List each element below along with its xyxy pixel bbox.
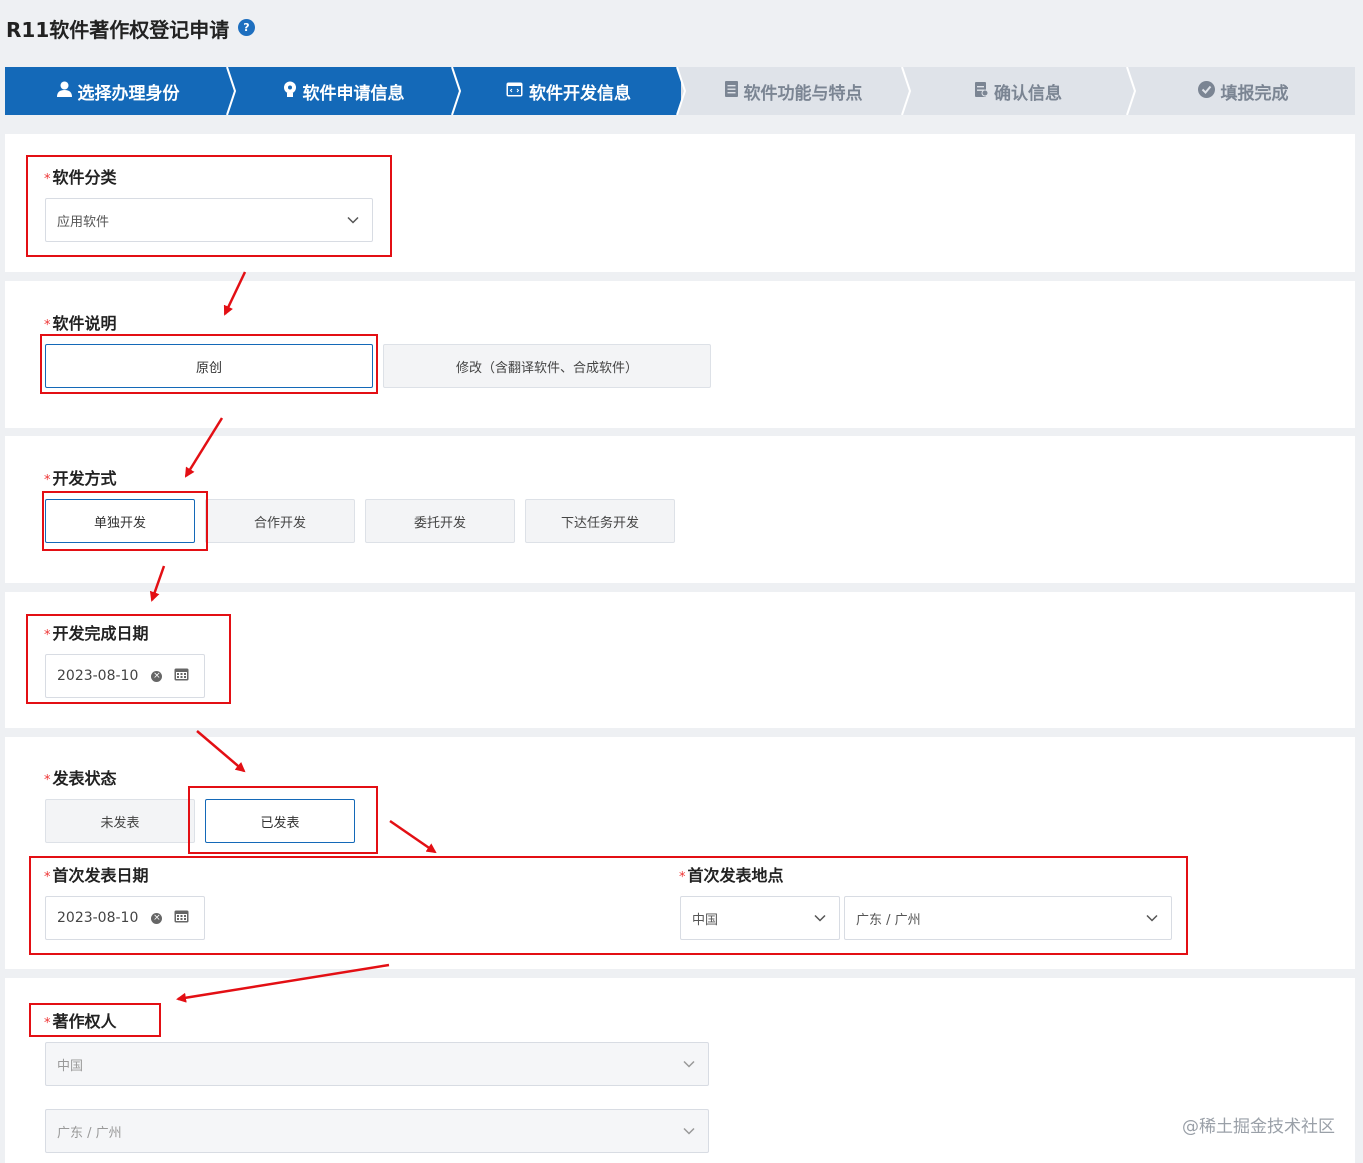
option-assigned-task-development[interactable]: 下达任务开发 xyxy=(525,499,675,543)
chevron-down-icon xyxy=(683,1127,695,1135)
step-separators xyxy=(226,67,1137,115)
page-title: R11软件著作权登记申请 xyxy=(6,18,230,42)
annotation-box-copyright-owner xyxy=(29,1003,161,1037)
annotation-box-completion-date xyxy=(26,614,231,704)
software-description-label: * 软件说明 xyxy=(44,314,117,333)
copyright-owner-city-select[interactable]: 广东 / 广州 xyxy=(45,1109,709,1153)
chevron-down-icon xyxy=(683,1060,695,1068)
option-modified[interactable]: 修改（含翻译软件、合成软件） xyxy=(383,344,711,388)
steps-bar: 选择办理身份 软件申请信息 软件开发信息 软件功能与特点 确认信息 填报完成 xyxy=(5,67,1355,115)
annotation-box-independent xyxy=(42,491,208,551)
annotation-box-published xyxy=(188,786,378,854)
annotation-box-category xyxy=(26,155,392,257)
watermark: @稀土掘金技术社区 xyxy=(1182,1117,1335,1137)
annotation-box-publish-details xyxy=(29,856,1188,955)
copyright-owner-country-select[interactable]: 中国 xyxy=(45,1042,709,1086)
help-icon[interactable]: ? xyxy=(238,19,255,36)
select-value: 中国 xyxy=(57,1058,84,1074)
development-mode-label: * 开发方式 xyxy=(44,469,117,488)
select-value: 广东 / 广州 xyxy=(57,1125,122,1141)
option-unpublished[interactable]: 未发表 xyxy=(45,799,195,843)
annotation-box-original xyxy=(40,334,378,394)
option-commissioned-development[interactable]: 委托开发 xyxy=(365,499,515,543)
publish-status-label: * 发表状态 xyxy=(44,769,117,788)
option-cooperative-development[interactable]: 合作开发 xyxy=(205,499,355,543)
